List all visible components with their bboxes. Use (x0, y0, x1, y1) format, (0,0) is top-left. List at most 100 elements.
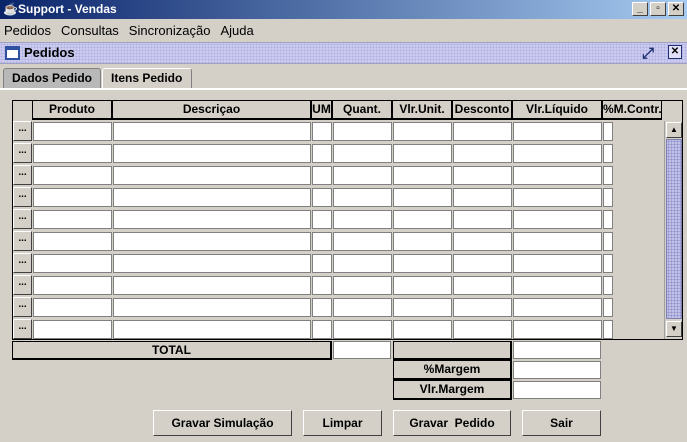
sair-button[interactable]: Sair (522, 410, 601, 436)
cell-desconto[interactable] (453, 122, 512, 141)
vlr-margem-field[interactable] (513, 381, 601, 399)
cell-produto[interactable] (33, 188, 112, 207)
column-header-descricao[interactable]: Descriçao (112, 100, 311, 120)
column-header-vlr-unit[interactable]: Vlr.Unit. (392, 100, 452, 120)
cell-vlr-liquido[interactable] (513, 122, 602, 141)
cell-m-contr[interactable] (603, 276, 613, 295)
cell-um[interactable] (312, 122, 332, 141)
row-lookup-button[interactable]: ... (13, 165, 32, 185)
cell-quant[interactable] (333, 254, 392, 273)
menu-sincronizacao[interactable]: Sincronização (129, 23, 211, 38)
row-lookup-button[interactable]: ... (13, 231, 32, 251)
row-lookup-button[interactable]: ... (13, 121, 32, 141)
scroll-down-icon[interactable]: ▼ (666, 321, 682, 337)
close-frame-icon[interactable]: ✕ (668, 45, 682, 59)
cell-vlr-unit[interactable] (393, 232, 452, 251)
cell-descricao[interactable] (113, 254, 311, 273)
cell-vlr-unit[interactable] (393, 122, 452, 141)
cell-produto[interactable] (33, 122, 112, 141)
cell-descricao[interactable] (113, 188, 311, 207)
cell-um[interactable] (312, 254, 332, 273)
cell-quant[interactable] (333, 188, 392, 207)
cell-descricao[interactable] (113, 122, 311, 141)
cell-um[interactable] (312, 188, 332, 207)
cell-produto[interactable] (33, 232, 112, 251)
cell-produto[interactable] (33, 320, 112, 339)
cell-quant[interactable] (333, 320, 392, 339)
cell-quant[interactable] (333, 232, 392, 251)
cell-vlr-liquido[interactable] (513, 144, 602, 163)
limpar-button[interactable]: Limpar (303, 410, 382, 436)
cell-vlr-unit[interactable] (393, 144, 452, 163)
cell-produto[interactable] (33, 254, 112, 273)
cell-produto[interactable] (33, 144, 112, 163)
cell-um[interactable] (312, 210, 332, 229)
cell-um[interactable] (312, 144, 332, 163)
cell-vlr-unit[interactable] (393, 320, 452, 339)
cell-descricao[interactable] (113, 166, 311, 185)
column-header-vlr-liquido[interactable]: Vlr.Líquido (512, 100, 602, 120)
maximize-frame-icon[interactable]: ⤢ (642, 44, 654, 64)
cell-desconto[interactable] (453, 276, 512, 295)
column-header-quant[interactable]: Quant. (332, 100, 392, 120)
cell-vlr-liquido[interactable] (513, 276, 602, 295)
cell-vlr-unit[interactable] (393, 298, 452, 317)
cell-um[interactable] (312, 166, 332, 185)
row-lookup-button[interactable]: ... (13, 275, 32, 295)
cell-vlr-unit[interactable] (393, 166, 452, 185)
minimize-button[interactable]: _ (632, 2, 648, 16)
cell-vlr-liquido[interactable] (513, 166, 602, 185)
gravar-pedido-button[interactable]: Gravar Pedido (393, 410, 511, 436)
cell-um[interactable] (312, 320, 332, 339)
cell-produto[interactable] (33, 166, 112, 185)
cell-produto[interactable] (33, 210, 112, 229)
cell-produto[interactable] (33, 276, 112, 295)
cell-desconto[interactable] (453, 320, 512, 339)
cell-quant[interactable] (333, 276, 392, 295)
cell-desconto[interactable] (453, 188, 512, 207)
cell-vlr-liquido[interactable] (513, 210, 602, 229)
cell-m-contr[interactable] (603, 210, 613, 229)
cell-descricao[interactable] (113, 210, 311, 229)
cell-descricao[interactable] (113, 276, 311, 295)
cell-um[interactable] (312, 276, 332, 295)
column-header-um[interactable]: UM (311, 100, 332, 120)
row-lookup-button[interactable]: ... (13, 319, 32, 339)
cell-m-contr[interactable] (603, 122, 613, 141)
cell-quant[interactable] (333, 166, 392, 185)
cell-desconto[interactable] (453, 210, 512, 229)
row-lookup-button[interactable]: ... (13, 253, 32, 273)
tab-itens-pedido[interactable]: Itens Pedido (102, 68, 192, 88)
vertical-scrollbar[interactable]: ▲ ▼ (664, 121, 682, 339)
cell-m-contr[interactable] (603, 254, 613, 273)
row-lookup-button[interactable]: ... (13, 143, 32, 163)
cell-vlr-unit[interactable] (393, 254, 452, 273)
cell-descricao[interactable] (113, 232, 311, 251)
cell-um[interactable] (312, 298, 332, 317)
cell-desconto[interactable] (453, 144, 512, 163)
column-header-desconto[interactable]: Desconto (452, 100, 512, 120)
cell-vlr-liquido[interactable] (513, 320, 602, 339)
column-header-produto[interactable]: Produto (32, 100, 112, 120)
total-quant-field[interactable] (333, 341, 391, 359)
tab-dados-pedido[interactable]: Dados Pedido (3, 68, 102, 88)
cell-desconto[interactable] (453, 298, 512, 317)
cell-m-contr[interactable] (603, 320, 613, 339)
cell-vlr-liquido[interactable] (513, 254, 602, 273)
cell-m-contr[interactable] (603, 144, 613, 163)
cell-vlr-liquido[interactable] (513, 298, 602, 317)
menu-pedidos[interactable]: Pedidos (4, 23, 51, 38)
cell-vlr-unit[interactable] (393, 210, 452, 229)
cell-um[interactable] (312, 232, 332, 251)
cell-quant[interactable] (333, 144, 392, 163)
menu-ajuda[interactable]: Ajuda (220, 23, 253, 38)
cell-quant[interactable] (333, 298, 392, 317)
close-button[interactable]: ✕ (668, 2, 684, 16)
total-value-field[interactable] (513, 341, 601, 359)
cell-desconto[interactable] (453, 232, 512, 251)
margem-field[interactable] (513, 361, 601, 379)
restore-button[interactable]: ▫ (650, 2, 666, 16)
column-header-m-contr[interactable]: %M.Contr. (602, 100, 662, 120)
menu-consultas[interactable]: Consultas (61, 23, 119, 38)
cell-vlr-liquido[interactable] (513, 188, 602, 207)
